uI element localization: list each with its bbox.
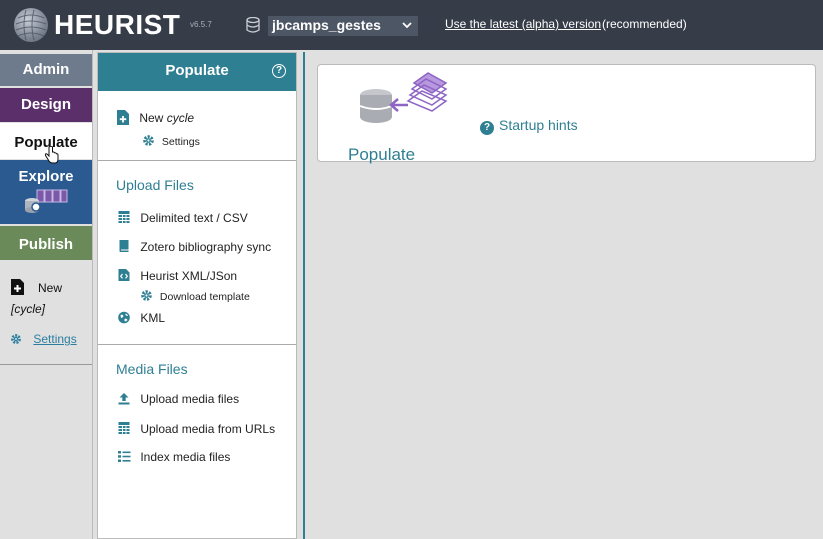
- nav-explore-label: Explore: [18, 168, 74, 185]
- add-record-icon: [117, 110, 129, 125]
- table-file-icon: [118, 211, 130, 223]
- main-nav: Admin Design Populate Explore Publish Ne…: [0, 50, 93, 539]
- top-header: HEURIST v6.5.7 jbcamps_gestes Use the la…: [0, 0, 823, 50]
- populate-panel-header: Populate ?: [98, 53, 296, 91]
- add-record-icon: [11, 279, 24, 295]
- kml-label: KML: [140, 311, 166, 325]
- chevron-down-icon: [402, 22, 412, 29]
- download-template-link[interactable]: Download template: [140, 289, 250, 303]
- list-icon: [118, 451, 131, 462]
- populate-card: Populate ? Startup hints: [317, 64, 816, 164]
- startup-hints-label: Startup hints: [499, 117, 578, 133]
- index-media-files-item[interactable]: Index media files: [117, 450, 230, 464]
- new-cycle-item[interactable]: New cycle: [116, 109, 194, 126]
- gear-icon: [141, 290, 152, 301]
- code-file-icon: [118, 269, 130, 281]
- upload-media-files-label: Upload media files: [140, 392, 240, 406]
- globe-icon: [118, 311, 130, 324]
- upload-delimited-item[interactable]: Delimited text / CSV: [117, 210, 248, 225]
- version-label: v6.5.7: [190, 20, 212, 29]
- nav-admin[interactable]: Admin: [0, 54, 92, 86]
- populate-panel: Populate ? New cycle Settings Upload Fil…: [97, 52, 297, 539]
- quick-settings-link[interactable]: Settings: [10, 332, 77, 346]
- help-icon[interactable]: ?: [272, 64, 286, 78]
- heurist-logo-icon: [14, 8, 48, 42]
- book-icon: [119, 240, 129, 252]
- upload-zotero-label: Zotero bibliography sync: [140, 240, 272, 254]
- upload-files-heading: Upload Files: [116, 177, 194, 193]
- upload-media-files-item[interactable]: Upload media files: [117, 392, 239, 406]
- gear-icon: [11, 334, 21, 344]
- populate-database-icon: [359, 72, 448, 123]
- panel-divider: [98, 160, 296, 161]
- alpha-recommended-note: (recommended): [602, 17, 687, 31]
- nav-design[interactable]: Design: [0, 88, 92, 122]
- database-select[interactable]: jbcamps_gestes: [268, 16, 418, 36]
- table-file-icon: [118, 422, 130, 434]
- nav-publish[interactable]: Publish: [0, 226, 92, 260]
- app-name: HEURIST: [54, 9, 181, 40]
- hand-pointer-icon: [44, 146, 59, 164]
- upload-xml-item[interactable]: Heurist XML/JSon: [117, 268, 237, 283]
- nav-explore[interactable]: Explore: [0, 160, 92, 224]
- new-cycle-settings-label: Settings: [161, 136, 200, 148]
- upload-icon: [118, 393, 130, 405]
- question-circle-icon: ?: [480, 121, 494, 135]
- upload-media-urls-label: Upload media from URLs: [140, 422, 276, 436]
- nav-divider: [0, 364, 92, 365]
- download-template-label: Download template: [159, 291, 250, 303]
- quick-new-type: [cycle]: [11, 302, 46, 316]
- new-cycle-settings[interactable]: Settings: [142, 134, 200, 148]
- database-icon: [246, 17, 260, 33]
- panel-divider: [98, 344, 296, 345]
- database-name: jbcamps_gestes: [272, 17, 381, 33]
- kml-item[interactable]: KML: [117, 311, 165, 325]
- panel-title: Populate: [165, 62, 229, 79]
- gear-icon: [143, 135, 154, 146]
- new-cycle-prefix: New: [139, 111, 167, 125]
- card-title: Populate: [348, 145, 416, 164]
- index-media-files-label: Index media files: [140, 450, 231, 464]
- alpha-version-link[interactable]: Use the latest (alpha) version: [445, 17, 601, 31]
- upload-delimited-label: Delimited text / CSV: [140, 211, 248, 225]
- startup-hints-link[interactable]: ? Startup hints: [480, 117, 578, 135]
- explore-database-icon: [25, 189, 68, 213]
- upload-xml-label: Heurist XML/JSon: [140, 269, 238, 283]
- new-cycle-type: cycle: [166, 111, 195, 125]
- quick-settings-label: Settings: [33, 332, 77, 346]
- upload-zotero-item[interactable]: Zotero bibliography sync: [117, 239, 271, 254]
- main-content: Populate ? Startup hints: [303, 52, 823, 539]
- media-files-heading: Media Files: [116, 361, 188, 377]
- upload-media-urls-item[interactable]: Upload media from URLs: [117, 421, 275, 436]
- quick-new-label: New: [38, 281, 63, 295]
